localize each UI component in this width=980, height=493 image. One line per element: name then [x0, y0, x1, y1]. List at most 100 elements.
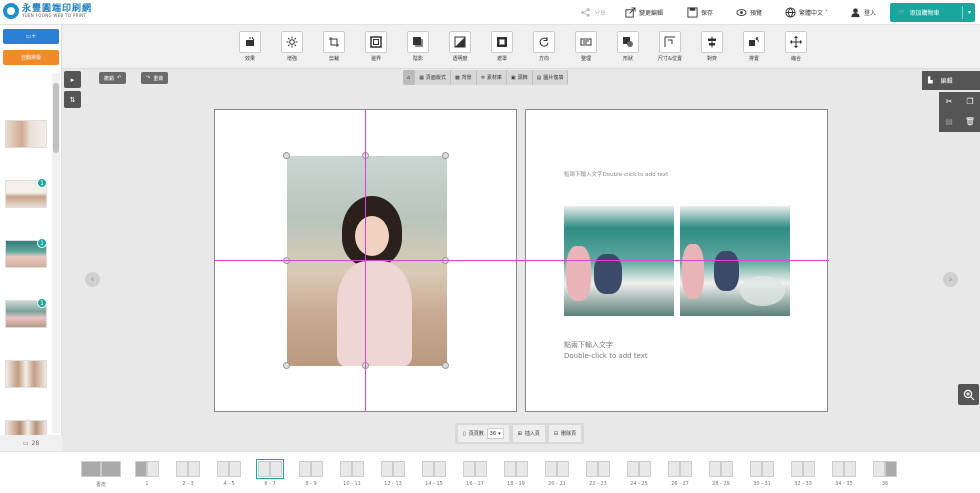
tab-layout[interactable]: ▦ 頁面版式	[415, 70, 451, 85]
tab-frame[interactable]: ▣ 頭飾	[506, 70, 533, 85]
spread-item[interactable]: 36	[873, 461, 897, 487]
tab-clipart[interactable]: ✲ 素材庫	[476, 70, 507, 85]
resize-handle[interactable]	[442, 362, 449, 369]
paste-button[interactable]: ▤	[939, 112, 959, 131]
page-strip: 書皮 1 2 - 3 4 - 5 6 - 7 8 - 9 10 - 11 12 …	[0, 451, 980, 493]
delete-page-button[interactable]: ⊟ 刪除頁	[548, 425, 582, 442]
tab-background[interactable]: ▩ 背景	[450, 70, 477, 85]
mask-tool[interactable]: 遮罩	[485, 31, 519, 62]
resize-handle[interactable]	[442, 152, 449, 159]
spread-item[interactable]: 16 - 17	[463, 461, 487, 487]
shape-tool[interactable]: 形狀	[611, 31, 645, 62]
spread-label: 14 - 15	[425, 481, 443, 487]
redo-button[interactable]: ↷ 重做	[141, 72, 169, 84]
sort-button[interactable]: ⇅	[64, 91, 81, 108]
photo-thumb[interactable]	[5, 360, 47, 388]
spread-item[interactable]: 8 - 9	[299, 461, 323, 487]
spread-item[interactable]: 14 - 15	[422, 461, 446, 487]
photo-list[interactable]: 1 1 1	[0, 73, 52, 448]
resize-handle[interactable]	[283, 152, 290, 159]
expand-panel-button[interactable]: ▸	[64, 71, 81, 88]
edit-icon: ▙	[928, 77, 933, 84]
save-button[interactable]: 保存	[687, 0, 713, 25]
language-select[interactable]: 繁體中文 ˇ	[785, 0, 828, 25]
auto-layout-button[interactable]: 自動排版	[3, 50, 59, 65]
enhance-tool[interactable]: 增強	[275, 31, 309, 62]
merge-tool[interactable]: 縮合	[779, 31, 813, 62]
place-tool[interactable]: 排置	[737, 31, 771, 62]
rotate-tool[interactable]: 方向	[527, 31, 561, 62]
arrange-tool[interactable]: 整理	[569, 31, 603, 62]
add-to-cart-button[interactable]: 🛒 添加購物車 ▾	[890, 3, 975, 22]
spread-item[interactable]: 28 - 29	[709, 461, 733, 487]
zoom-in-icon	[963, 389, 974, 400]
photo-panel: ▭ + 自動排版 1 1 1 ▭ 28	[0, 25, 62, 451]
chevron-down-icon[interactable]: ▾	[968, 9, 971, 16]
spread-item[interactable]: 10 - 11	[340, 461, 364, 487]
size-icon	[664, 36, 675, 47]
paste-icon: ▤	[945, 117, 953, 126]
undo-button[interactable]: 撤銷 ↶	[99, 72, 127, 84]
delete-button[interactable]: 🗑	[960, 112, 980, 131]
prev-page-button[interactable]: ‹	[85, 272, 100, 287]
shape-icon	[623, 37, 633, 47]
spread-item[interactable]: 18 - 19	[504, 461, 528, 487]
shadow-tool[interactable]: 陰影	[401, 31, 435, 62]
home-tab[interactable]: ⌂	[403, 70, 416, 85]
opacity-tool[interactable]: 透明度	[443, 31, 477, 62]
effect-label: 效果	[244, 56, 255, 62]
copy-button[interactable]: ❐	[960, 92, 980, 111]
spread-item[interactable]: 24 - 25	[627, 461, 651, 487]
zoom-button[interactable]	[958, 384, 979, 405]
spread-item[interactable]: 20 - 21	[545, 461, 569, 487]
text-box-top[interactable]: 點兩下輸入文字Double-click to add text	[564, 170, 668, 178]
spread-item[interactable]: 26 - 27	[668, 461, 692, 487]
next-page-button[interactable]: ›	[943, 272, 958, 287]
photo-left[interactable]	[564, 206, 674, 316]
border-tool[interactable]: 邊界	[359, 31, 393, 62]
login-label: 登入	[864, 10, 877, 17]
crop-tool[interactable]: 剪裁	[317, 31, 351, 62]
preview-button[interactable]: 預覽	[736, 0, 762, 25]
spread-item-selected[interactable]: 6 - 7	[256, 459, 284, 487]
spread-item[interactable]: 34 - 35	[832, 461, 856, 487]
chevron-down-icon: ▾	[498, 430, 501, 437]
spread-item[interactable]: 1	[135, 461, 159, 487]
photo-thumb[interactable]	[5, 120, 47, 148]
align-tool[interactable]: 對齊	[695, 31, 729, 62]
page-count-select[interactable]: 36 ▾	[486, 428, 504, 439]
spread-item[interactable]: 12 - 13	[381, 461, 405, 487]
upload-photo-button[interactable]: ▭ +	[3, 29, 59, 44]
size-position-tool[interactable]: 尺寸&位置	[653, 31, 687, 62]
logo[interactable]: 永豐圓端印刷網 YUEN FOONG WEB TO PRINT	[3, 3, 92, 19]
redo-icon: ↷	[146, 75, 151, 81]
spread-cover[interactable]: 書皮	[81, 461, 121, 488]
spread-item[interactable]: 2 - 3	[176, 461, 200, 487]
clipart-icon: ✲	[480, 74, 485, 81]
effect-tool[interactable]: 效果	[233, 31, 267, 62]
spread-item[interactable]: 22 - 23	[586, 461, 610, 487]
spread-item[interactable]: 4 - 5	[217, 461, 241, 487]
resize-handle[interactable]	[283, 362, 290, 369]
change-edit-button[interactable]: 變更編輯	[625, 0, 663, 25]
scrollbar[interactable]	[52, 73, 60, 433]
share-button[interactable]: 分享	[580, 0, 606, 25]
scissors-icon: ✂	[945, 97, 953, 106]
tab-background-label: 背景	[461, 75, 472, 81]
spread-label: 30 - 31	[753, 481, 771, 487]
photo-right[interactable]	[680, 206, 790, 316]
spread-label: 10 - 11	[343, 481, 361, 487]
cut-button[interactable]: ✂	[939, 92, 959, 111]
tab-photo-refill[interactable]: ▤ 圖片復填	[532, 70, 569, 85]
text-box-bottom-line1[interactable]: 點兩下輸入文字	[564, 340, 613, 350]
text-box-bottom-line2[interactable]: Double-click to add text	[564, 352, 648, 360]
insert-page-button[interactable]: ⊞ 插入頁	[512, 425, 545, 442]
scrollbar-thumb[interactable]	[53, 83, 59, 153]
edit-tab[interactable]: ▙ 編輯	[922, 71, 980, 90]
spread-item[interactable]: 32 - 33	[791, 461, 815, 487]
login-button[interactable]: 登入	[850, 0, 876, 25]
size-position-label: 尺寸&位置	[658, 56, 682, 62]
crop-label: 剪裁	[328, 56, 339, 62]
main-photo[interactable]	[287, 156, 447, 366]
spread-item[interactable]: 30 - 31	[750, 461, 774, 487]
